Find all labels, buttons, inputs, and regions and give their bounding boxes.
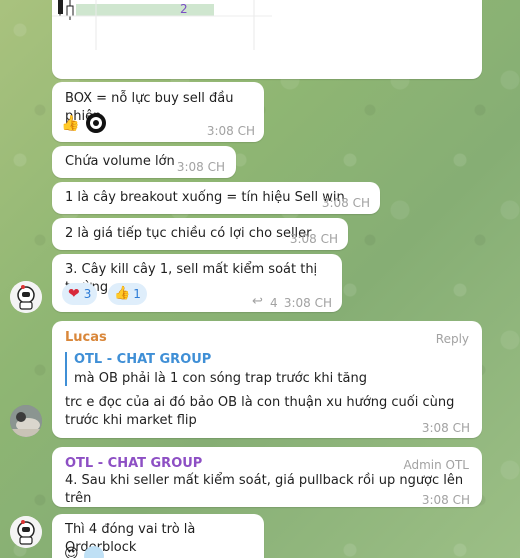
message-text: 4. Sau khi seller mất kiểm soát, giá pul…: [65, 473, 464, 506]
avatar[interactable]: [10, 281, 42, 313]
sender-name[interactable]: OTL - CHAT GROUP: [65, 455, 202, 473]
reaction-heart[interactable]: ❤ 3: [62, 283, 98, 305]
astronaut-avatar-icon: [10, 281, 42, 313]
image-message[interactable]: 2: [52, 0, 482, 79]
reaction-emoji-icon[interactable]: 😍: [64, 545, 79, 558]
message-time: 3:08 CH: [289, 232, 338, 246]
sender-name[interactable]: Lucas: [65, 329, 107, 347]
message-group-admin[interactable]: OTL - CHAT GROUP Admin OTL 4. Sau khi se…: [52, 447, 482, 507]
message-time: 3:08 CH: [421, 493, 470, 507]
reply-label[interactable]: Reply: [436, 330, 469, 348]
message-time: 3:08 CH: [421, 421, 470, 435]
message-time: 3:08 CH: [321, 196, 370, 210]
quoted-message[interactable]: OTL - CHAT GROUP mà OB phải là 1 con són…: [65, 350, 469, 388]
astronaut-avatar-icon: [10, 516, 42, 548]
message-text: Chứa volume lớn: [65, 154, 175, 169]
chart-snippet-label: 2: [180, 2, 188, 16]
avatar-lucas[interactable]: [10, 405, 42, 437]
quote-text: mà OB phải là 1 con sóng trap trước khi …: [74, 371, 367, 386]
user-photo-icon: [10, 405, 42, 437]
message-kill-candle[interactable]: 3. Cây kill cây 1, sell mất kiểm soát th…: [52, 254, 342, 312]
alien-sticker-icon[interactable]: [86, 113, 106, 133]
reply-arrow-icon[interactable]: ↩: [252, 293, 263, 311]
message-volume[interactable]: Chứa volume lớn 3:08 CH: [52, 146, 236, 178]
message-time: 3:08 CH: [206, 124, 255, 138]
reaction-count: 1: [133, 287, 141, 301]
quote-title: OTL - CHAT GROUP: [74, 352, 212, 367]
reply-count[interactable]: 4: [270, 294, 278, 312]
chart-snippet-image: [52, 0, 272, 50]
message-breakout[interactable]: 1 là cây breakout xuống = tín hiệu Sell …: [52, 182, 380, 214]
message-text: 2 là giá tiếp tục chiều có lợi cho selle…: [65, 226, 312, 241]
message-box-definition[interactable]: BOX = nỗ lực buy sell đầu phiên 👍 3:08 C…: [52, 82, 264, 142]
reaction-count: 3: [83, 287, 92, 301]
message-text: trc e đọc của ai đó bảo OB là con thuận …: [65, 395, 455, 428]
quote-bar: [65, 352, 67, 386]
message-seller-advantage[interactable]: 2 là giá tiếp tục chiều có lợi cho selle…: [52, 218, 348, 250]
reaction-thumbs-up[interactable]: 👍 1: [108, 283, 147, 305]
message-orderblock[interactable]: Thì 4 đóng vai trò là Orderblock 😍: [52, 514, 264, 558]
thumbs-up-icon: 👍: [114, 286, 131, 301]
thumbs-up-icon: 👍: [61, 114, 80, 132]
message-lucas-reply[interactable]: Lucas Reply OTL - CHAT GROUP mà OB phải …: [52, 321, 482, 438]
heart-icon: ❤: [68, 286, 80, 302]
avatar[interactable]: [10, 516, 42, 548]
message-text: 3. Cây kill cây 1, sell mất kiểm soát th…: [65, 262, 318, 295]
message-time: 3:08 CH: [283, 296, 332, 310]
reaction-thumbs-up[interactable]: 👍: [61, 112, 85, 134]
message-time: 3:08 CH: [176, 160, 225, 174]
message-text: 1 là cây breakout xuống = tín hiệu Sell …: [65, 190, 345, 205]
